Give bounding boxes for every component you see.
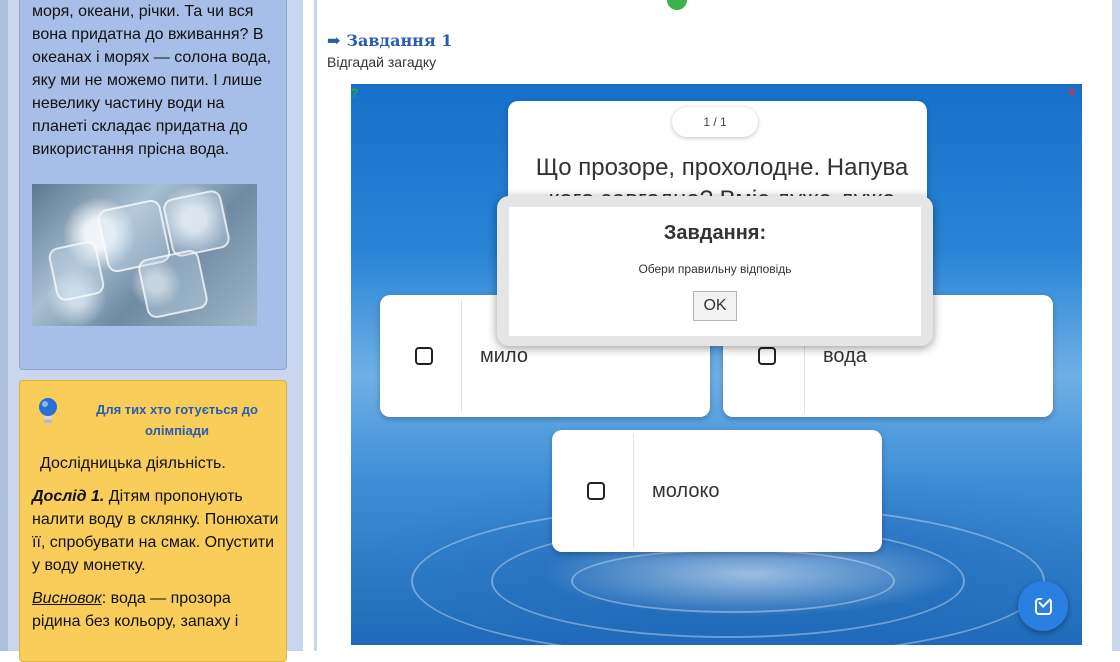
- checkbox-icon[interactable]: [587, 482, 605, 500]
- info-panel-text: моря, океани, річки. Та чи вся вона прид…: [32, 3, 272, 158]
- checkbox-icon[interactable]: [758, 347, 776, 365]
- experiment-paragraph: Дослід 1. Дітям пропонують налити воду в…: [32, 485, 282, 577]
- leaf-icon: [667, 0, 687, 10]
- ice-cube: [136, 248, 210, 320]
- answer-label: мило: [480, 345, 528, 367]
- dialog-body: Завдання: Обери правильну відповідь OK: [509, 207, 921, 336]
- answer-label: вода: [823, 345, 867, 367]
- fullscreen-icon[interactable]: ✕: [1067, 87, 1079, 99]
- check-answer-button[interactable]: [1018, 581, 1068, 631]
- olympiad-subtitle: Дослідницька діяльність.: [40, 455, 226, 472]
- task-dialog: Завдання: Обери правильну відповідь OK: [497, 196, 933, 346]
- checkbox-icon[interactable]: [415, 347, 433, 365]
- answer-option[interactable]: молоко: [552, 430, 882, 552]
- task-subtitle: Відгадай загадку: [327, 54, 437, 70]
- dialog-message: Обери правильну відповідь: [638, 262, 792, 276]
- conclusion-paragraph: Висновок: вода — прозора рідина без коль…: [32, 587, 282, 633]
- info-panel: моря, океани, річки. Та чи вся вона прид…: [19, 0, 287, 370]
- olympiad-title: Для тих хто готується до олімпіади: [96, 402, 258, 438]
- right-edge: [1112, 0, 1120, 651]
- ice-cube: [46, 239, 107, 303]
- answer-label: молоко: [652, 480, 720, 502]
- arrow-right-icon: ➡: [327, 31, 341, 50]
- conclusion-label: Висновок: [32, 590, 102, 607]
- option-separator: [461, 299, 462, 413]
- left-sidebar: моря, океани, річки. Та чи вся вона прид…: [0, 0, 303, 662]
- dialog-title: Завдання:: [663, 222, 767, 244]
- help-icon[interactable]: ?: [351, 86, 367, 100]
- ice-cubes-image: [32, 184, 257, 326]
- question-counter: 1 / 1: [672, 107, 758, 137]
- ok-button[interactable]: OK: [693, 291, 737, 321]
- ice-cube: [161, 188, 232, 259]
- task-title-text: Завдання 1: [346, 31, 453, 50]
- lightbulb-icon: [39, 398, 57, 423]
- olympiad-body: Дослід 1. Дітям пропонують налити воду в…: [32, 485, 282, 643]
- olympiad-panel: Для тих хто готується до олімпіади Дослі…: [19, 380, 287, 662]
- task-title: ➡ Завдання 1: [327, 31, 452, 50]
- quiz-area: ? ✕ 1 / 1 Що прозоре, прохолодне. Напува…: [351, 84, 1082, 645]
- option-separator: [633, 434, 634, 548]
- sidebar-edge: [0, 0, 8, 651]
- experiment-label: Дослід 1.: [32, 488, 105, 505]
- column-divider: [314, 0, 317, 651]
